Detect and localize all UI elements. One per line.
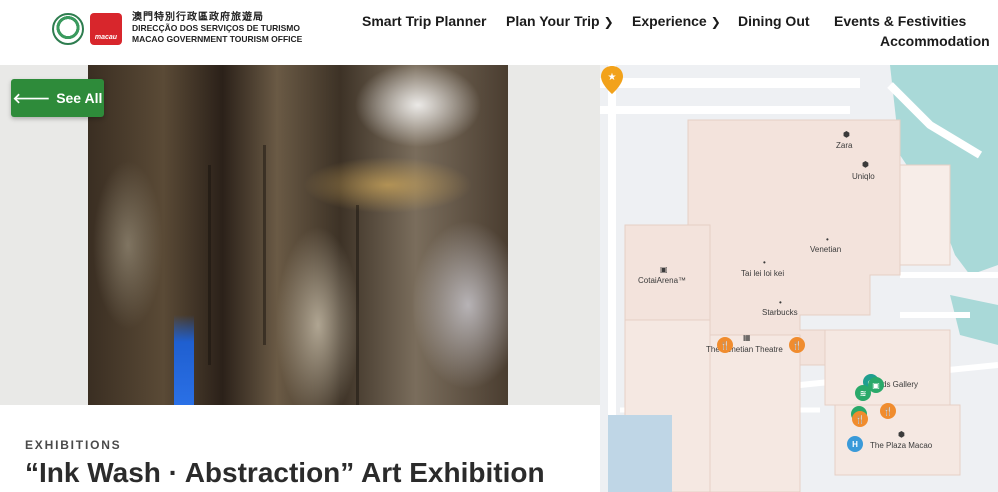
- map-label-zara: Zara: [836, 141, 853, 150]
- exhibition-artwork-image[interactable]: [88, 65, 508, 405]
- event-category: EXHIBITIONS: [25, 438, 122, 452]
- macao-brand-badge: macau: [90, 12, 122, 45]
- event-caption: EXHIBITIONS “Ink Wash · Abstraction” Art…: [0, 405, 600, 492]
- logo-en-text: MACAO GOVERNMENT TOURISM OFFICE: [132, 34, 303, 44]
- map-label-venetian: Venetian: [810, 245, 842, 254]
- restaurant-icon[interactable]: 🍴: [717, 337, 733, 353]
- event-title: “Ink Wash · Abstraction” Art Exhibition: [25, 457, 545, 488]
- artwork-texture: [356, 205, 359, 405]
- hotel-icon[interactable]: H: [847, 436, 863, 452]
- nav-dining-out[interactable]: Dining Out: [738, 13, 810, 29]
- artwork-texture: [208, 165, 211, 365]
- place-dot-icon: •: [763, 258, 766, 267]
- theatre-icon: ▦: [743, 333, 751, 342]
- location-map[interactable]: Zara Uniqlo Venetian CotaiArena™ Tai lei…: [600, 65, 998, 492]
- shopping-bag-icon[interactable]: ▣: [868, 377, 884, 393]
- shopping-bag-icon: ⬢: [898, 430, 905, 439]
- site-header: macau 澳門特別行政區政府旅遊局 DIRECÇÃO DOS SERVIÇOS…: [0, 0, 998, 64]
- map-label-galleria: ds Gallery: [882, 380, 919, 389]
- map-label-starbucks: Starbucks: [762, 308, 798, 317]
- nav-label: Dining Out: [738, 13, 810, 29]
- nav-experience[interactable]: Experience ❯: [632, 13, 721, 29]
- map-label-uniqlo: Uniqlo: [852, 172, 875, 181]
- main-nav: Smart Trip Planner Plan Your Trip ❯ Exper…: [358, 10, 998, 58]
- artwork-blue-streak: [174, 315, 194, 405]
- see-all-button[interactable]: 🡐 See All: [11, 79, 104, 117]
- mgto-logo[interactable]: macau 澳門特別行政區政府旅遊局 DIRECÇÃO DOS SERVIÇOS…: [52, 12, 302, 45]
- nav-accommodation[interactable]: Accommodation: [880, 33, 990, 49]
- chevron-right-icon: ❯: [710, 15, 721, 29]
- place-dot-icon: •: [779, 298, 782, 307]
- see-all-label: See All: [56, 90, 103, 106]
- map-label-cotai-arena: CotaiArena™: [638, 276, 687, 285]
- map-label-plaza-macao: The Plaza Macao: [870, 441, 933, 450]
- logo-pt-text: DIRECÇÃO DOS SERVIÇOS DE TURISMO: [132, 23, 300, 33]
- shopping-bag-icon: ⬢: [843, 130, 850, 139]
- nav-label: Plan Your Trip: [506, 13, 600, 29]
- logo-text: 澳門特別行政區政府旅遊局 DIRECÇÃO DOS SERVIÇOS DE TU…: [132, 12, 302, 45]
- nav-label: Accommodation: [880, 33, 990, 49]
- arrow-left-icon: 🡐: [12, 89, 51, 106]
- restaurant-icon[interactable]: 🍴: [789, 337, 805, 353]
- svg-text:★: ★: [608, 72, 617, 83]
- restaurant-icon[interactable]: 🍴: [852, 411, 868, 427]
- artwork-texture: [263, 145, 266, 345]
- arena-icon: ▣: [660, 265, 668, 274]
- nav-label: Experience: [632, 13, 707, 29]
- restaurant-icon[interactable]: 🍴: [880, 403, 896, 419]
- logo-zh-text: 澳門特別行政區政府旅遊局: [132, 12, 264, 23]
- location-pin-icon[interactable]: ★: [600, 65, 624, 95]
- page: macau 澳門特別行政區政府旅遊局 DIRECÇÃO DOS SERVIÇOS…: [0, 0, 998, 492]
- nav-smart-trip-planner[interactable]: Smart Trip Planner: [362, 13, 486, 29]
- nav-label: Events & Festivities: [834, 13, 967, 29]
- nav-events-festivities[interactable]: Events & Festivities: [834, 13, 966, 29]
- chevron-right-icon: ❯: [603, 15, 614, 29]
- shopping-bag-icon: ⬢: [862, 160, 869, 169]
- building-icon: •: [826, 235, 829, 244]
- map-label-tai-lei-loi-kei: Tai lei loi kei: [741, 269, 785, 278]
- macao-emblem-icon: [52, 12, 84, 45]
- nav-label: Smart Trip Planner: [362, 13, 487, 29]
- nav-plan-your-trip[interactable]: Plan Your Trip ❯: [506, 13, 614, 29]
- badge-text: macau: [94, 33, 118, 41]
